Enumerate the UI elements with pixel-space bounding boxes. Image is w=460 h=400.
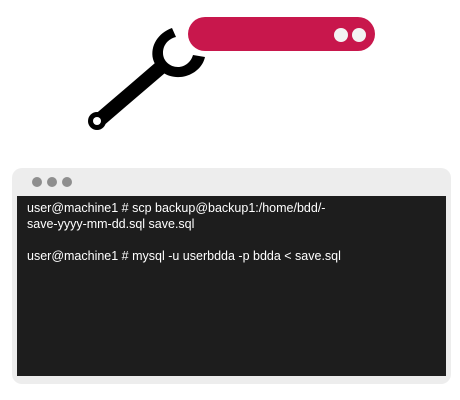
command-line: user@machine1 # mysql -u userbdda -p bdd… [27, 249, 341, 263]
command-block-mysql: user@machine1 # mysql -u userbdda -p bdd… [27, 248, 436, 264]
command-block-scp: user@machine1 # scp backup@backup1:/home… [27, 200, 436, 232]
terminal-window: user@machine1 # scp backup@backup1:/home… [12, 168, 451, 384]
wrench-and-toggle-illustration [88, 17, 375, 130]
command-line: user@machine1 # scp backup@backup1:/home… [27, 201, 326, 215]
window-control-dot-1[interactable] [32, 177, 42, 187]
wrench-icon [88, 28, 205, 130]
terminal-output[interactable]: user@machine1 # scp backup@backup1:/home… [17, 196, 446, 376]
window-control-dot-3[interactable] [62, 177, 72, 187]
toggle-pill-icon [188, 17, 375, 51]
command-line-continuation: save-yyyy-mm-dd.sql save.sql [27, 217, 195, 231]
terminal-titlebar [12, 168, 451, 196]
window-control-dot-2[interactable] [47, 177, 57, 187]
